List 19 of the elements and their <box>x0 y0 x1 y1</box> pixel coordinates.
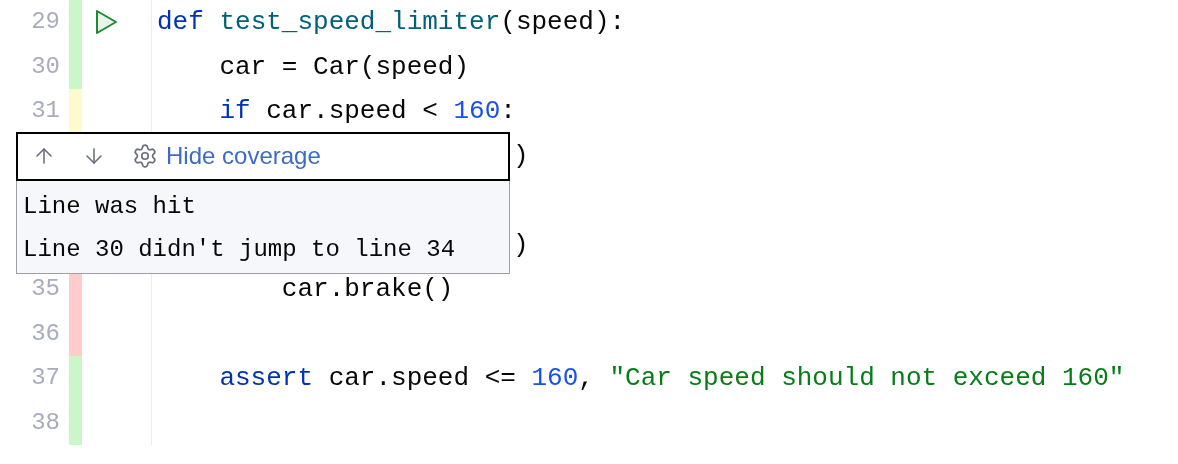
settings-icon[interactable] <box>132 143 158 169</box>
line-number: 38 <box>31 410 60 435</box>
code-line: car = Car(speed) <box>218 51 470 82</box>
line-number: 37 <box>31 366 60 391</box>
coverage-message: Line was hit <box>23 191 197 222</box>
line-number: 30 <box>31 54 60 79</box>
run-icon[interactable] <box>94 9 118 36</box>
code-line: car.brake() <box>280 274 454 305</box>
coverage-message: Line 30 didn't jump to line 34 <box>23 234 457 265</box>
hide-coverage-link[interactable]: Hide coverage <box>166 142 321 170</box>
line-number: 35 <box>31 277 60 302</box>
line-number: 31 <box>31 99 60 124</box>
code-line: ) <box>513 139 529 173</box>
line-number: 36 <box>31 321 60 346</box>
code-line: def test_speed_limiter(speed): <box>157 7 626 38</box>
code-line: if car.speed < 160: <box>218 96 516 127</box>
code-line: assert car.speed <= 160, "Car speed should not exceed 160" <box>218 363 1125 394</box>
line-number: 29 <box>31 10 60 35</box>
code-line: ) <box>513 228 529 262</box>
